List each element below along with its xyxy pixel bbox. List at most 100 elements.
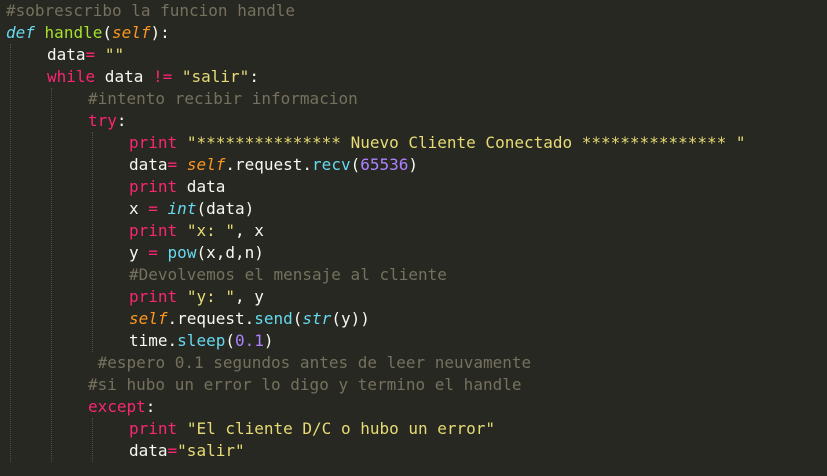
code-token: self [111,23,151,42]
code-line[interactable]: try: [88,110,127,132]
indent-guide [92,418,93,462]
code-token: : [116,111,127,130]
code-token: = [148,243,158,262]
code-line[interactable]: #espero 0.1 segundos antes de leer neuva… [88,352,531,374]
code-token: print [129,177,178,196]
code-token: : [249,67,259,86]
code-line[interactable]: self.request.send(str(y)) [129,308,370,330]
code-line[interactable]: data= "" [47,44,124,66]
code-line[interactable]: print "*************** Nuevo Cliente Con… [129,132,746,154]
code-line[interactable]: print "y: ", y [129,286,264,308]
code-token: y [129,243,149,262]
code-line[interactable]: #Devolvemos el mensaje al cliente [129,264,447,286]
code-token: (y)) [331,309,370,328]
code-token: .request. [167,309,255,328]
code-token: except [88,397,146,416]
code-token: print [129,221,178,240]
code-line[interactable]: while data != "salir": [47,66,259,88]
code-token: ( [102,23,112,42]
code-token: 65536 [360,155,409,174]
code-token: data [95,67,153,86]
code-token: time. [129,331,178,350]
code-token: sleep [177,331,226,350]
code-token: (x,d,n) [196,243,264,262]
code-token: ( [292,309,303,328]
code-token: : [145,397,156,416]
code-line[interactable]: data= self.request.recv(65536) [129,154,418,176]
indent-guide [51,88,52,462]
code-token: = [167,155,178,174]
code-token: while [47,67,96,86]
code-token: .request. [225,155,313,174]
code-token: ( [225,331,235,350]
code-token: , y [234,287,264,306]
code-editor[interactable]: #sobrescribo la funcion handle def handle… [0,0,827,476]
code-token: print [129,287,178,306]
code-token: def [6,23,35,42]
code-token: int [167,199,197,218]
code-token: handle [44,23,103,42]
code-token: "El cliente D/C o hubo un error" [186,419,496,438]
code-token: data [129,441,168,460]
code-token: print [129,133,178,152]
code-token: #espero 0.1 segundos antes de leer neuva… [97,353,532,372]
code-token: #intento recibir informacion [88,89,358,108]
code-token: data [177,177,226,196]
code-token: send [254,309,293,328]
code-token: data [47,45,86,64]
code-line[interactable]: print "El cliente D/C o hubo un error" [129,418,495,440]
code-line[interactable]: #si hubo un error lo digo y termino el h… [88,374,521,396]
code-token: "x: " [186,221,235,240]
indent-guide [92,132,93,352]
code-line[interactable]: except: [88,396,155,418]
code-line[interactable]: data="salir" [129,440,245,462]
code-token: (data) [196,199,255,218]
code-token: ( [350,155,361,174]
code-token: "*************** Nuevo Cliente Conectado… [186,133,746,152]
code-token: self [129,309,168,328]
code-line[interactable]: print "x: ", x [129,220,264,242]
code-token: "salir" [181,67,250,86]
code-token: try [88,111,117,130]
code-token: = [148,199,158,218]
code-token: ): [150,23,170,42]
code-line[interactable]: #intento recibir informacion [88,88,358,110]
code-token: = [85,45,96,64]
code-token: print [129,419,178,438]
code-token: = [167,441,178,460]
code-token: pow [167,243,197,262]
code-line[interactable]: print data [129,176,225,198]
code-token: ) [408,155,419,174]
code-token: #Devolvemos el mensaje al cliente [129,265,447,284]
indent-guide [10,44,11,462]
code-token: data [129,155,168,174]
code-token: recv [312,155,351,174]
code-token: , x [234,221,264,240]
code-line[interactable]: #sobrescribo la funcion handle [6,0,295,22]
code-token: 0.1 [234,331,264,350]
code-line[interactable]: time.sleep(0.1) [129,330,274,352]
code-line[interactable]: def handle(self): [6,22,170,44]
code-token: x [129,199,149,218]
code-token: str [302,309,332,328]
code-token: "" [104,45,125,64]
code-token: ) [263,331,274,350]
code-token: #si hubo un error lo digo y termino el h… [88,375,522,394]
code-token: self [186,155,226,174]
code-token: "y: " [186,287,235,306]
code-line[interactable]: y = pow(x,d,n) [129,242,264,264]
code-token: != [152,67,173,86]
code-token: "salir" [177,441,245,460]
code-line[interactable]: x = int(data) [129,198,254,220]
